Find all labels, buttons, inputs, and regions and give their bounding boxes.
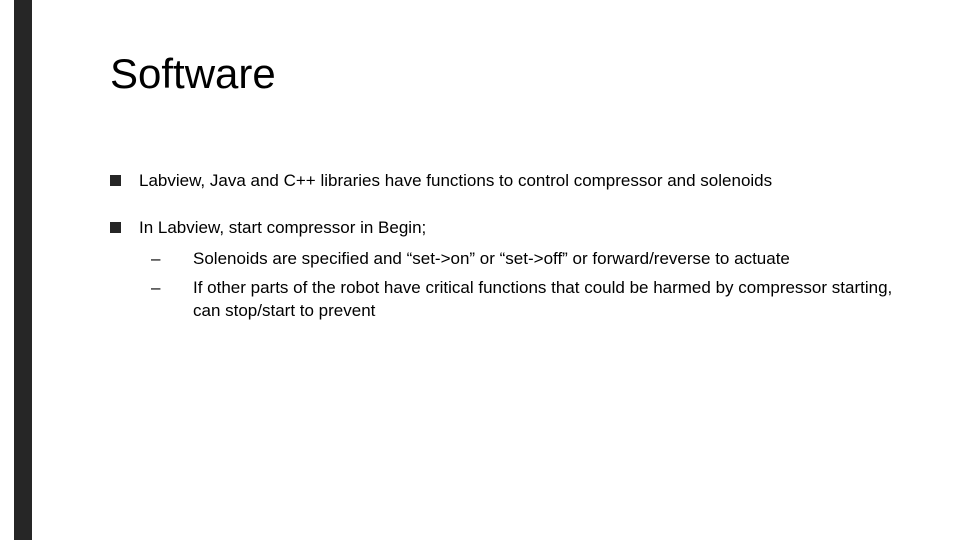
bullet-text: In Labview, start compressor in Begin; (139, 217, 900, 240)
bullet-text: Labview, Java and C++ libraries have fun… (139, 170, 900, 193)
slide-accent-bar (14, 0, 32, 540)
sub-bullet-text: If other parts of the robot have critica… (193, 277, 900, 323)
bullet-list: Labview, Java and C++ libraries have fun… (110, 170, 900, 329)
sub-bullet-item: – If other parts of the robot have criti… (139, 277, 900, 323)
square-bullet-icon (110, 175, 121, 186)
dash-bullet-icon: – (151, 277, 181, 300)
bullet-text-wrapper: In Labview, start compressor in Begin; –… (139, 217, 900, 329)
dash-bullet-icon: – (151, 248, 181, 271)
sub-bullet-list: – Solenoids are specified and “set->on” … (139, 248, 900, 323)
slide-content: Software Labview, Java and C++ libraries… (110, 50, 900, 353)
slide-title: Software (110, 50, 900, 98)
sub-bullet-text: Solenoids are specified and “set->on” or… (193, 248, 900, 271)
square-bullet-icon (110, 222, 121, 233)
bullet-item: In Labview, start compressor in Begin; –… (110, 217, 900, 329)
sub-bullet-item: – Solenoids are specified and “set->on” … (139, 248, 900, 271)
bullet-item: Labview, Java and C++ libraries have fun… (110, 170, 900, 193)
